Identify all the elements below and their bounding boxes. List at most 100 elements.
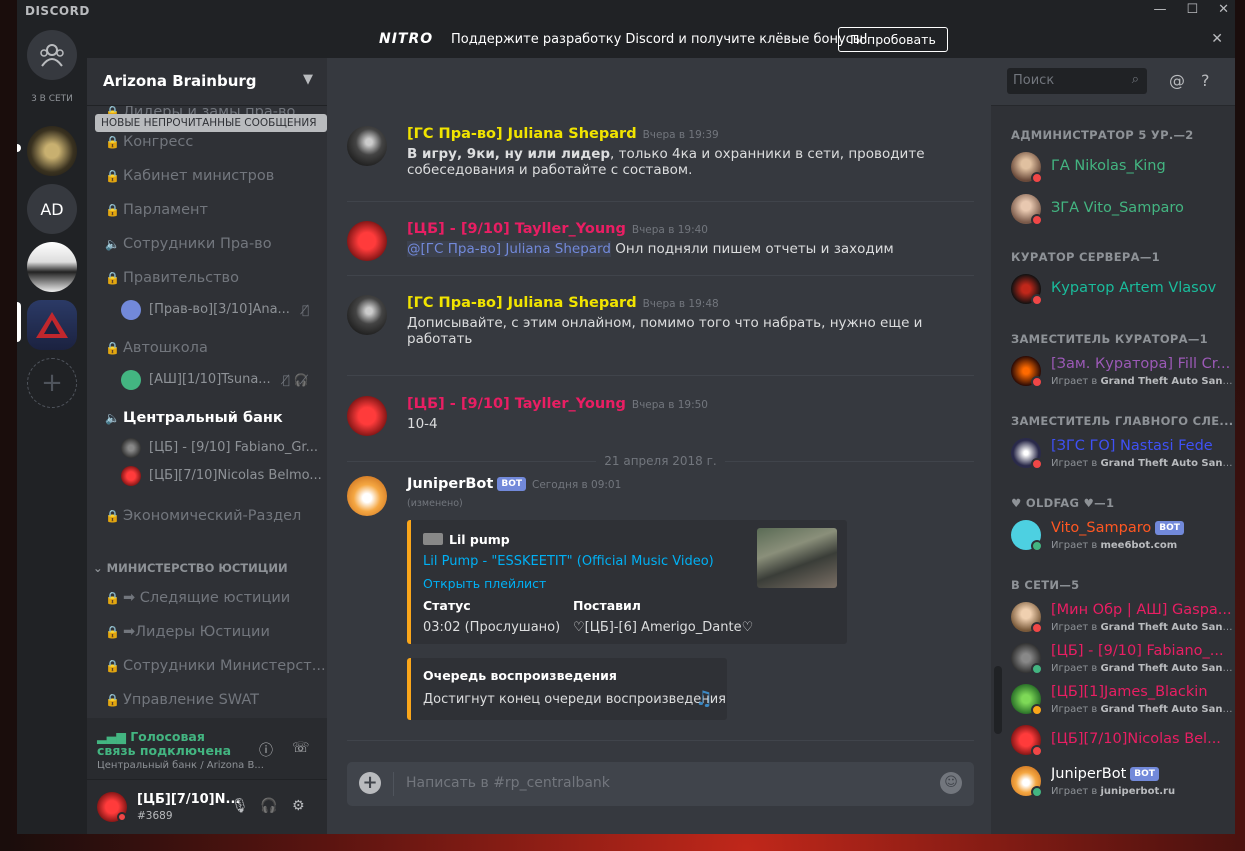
- search-input[interactable]: Поиск ⌕: [1007, 68, 1147, 94]
- minimize-icon[interactable]: —: [1153, 2, 1166, 17]
- voice-channel-path[interactable]: Центральный банк / Arizona B...: [97, 760, 264, 771]
- scrollbar-thumb[interactable]: [994, 666, 1002, 734]
- emoji-icon[interactable]: ☺: [940, 772, 962, 794]
- voice-channel[interactable]: 🔒 Кабинет министров: [87, 164, 327, 188]
- mention-icon[interactable]: @: [1169, 71, 1185, 90]
- avatar[interactable]: [347, 295, 387, 335]
- member-item[interactable]: JuniperBot BOT Играет в juniperbot.ru: [1011, 762, 1233, 802]
- voice-channel[interactable]: 🔒 Конгресс: [87, 130, 327, 154]
- member-item[interactable]: [ЦБ][1]James_Blackin Играет в Grand Thef…: [1011, 680, 1233, 720]
- speaker-icon: 🔈: [105, 411, 120, 425]
- window-controls: — ☐ ✕: [1153, 2, 1229, 17]
- server-brainburg-icon[interactable]: [27, 300, 77, 350]
- member-category: КУРАТОР СЕРВЕРА—1: [1011, 250, 1160, 264]
- car-icon: [423, 533, 443, 545]
- message-list: [ГС Пра-во] Juliana Shepard Вчера в 19:39…: [327, 106, 991, 756]
- queue-embed: Очередь воспроизведения Достигнут конец …: [407, 658, 727, 720]
- voice-connection-panel: ▂▄▆ Голосовая связь подключена Центральн…: [87, 718, 327, 780]
- message-input[interactable]: Написать в #rp_centralbank: [406, 775, 610, 791]
- server-anime-icon[interactable]: [27, 242, 77, 292]
- server-seal-icon[interactable]: [27, 126, 77, 176]
- user-mention[interactable]: @[ГС Пра-во] Juliana Shepard: [407, 241, 611, 257]
- author-name[interactable]: [ЦБ] - [9/10] Tayller_Young: [407, 221, 626, 237]
- voice-user[interactable]: [Прав-во][3/10]Ana... 🎙̸: [121, 298, 309, 322]
- text-channel[interactable]: 🔒 Экономический-Раздел: [87, 504, 327, 528]
- lock-icon: 🔒: [105, 625, 120, 639]
- voice-channel[interactable]: 🔒 ➡ Следящие юстиции: [87, 586, 327, 610]
- text-channel[interactable]: 🔒 Сотрудники Министерст...: [87, 654, 327, 678]
- author-name[interactable]: [ЦБ] - [9/10] Tayller_Young: [407, 396, 626, 412]
- nitro-close-icon[interactable]: ✕: [1211, 31, 1223, 47]
- upload-plus-icon[interactable]: +: [359, 772, 381, 794]
- close-window-icon[interactable]: ✕: [1218, 2, 1229, 17]
- avatar[interactable]: [347, 126, 387, 166]
- member-item[interactable]: [ЦБ][7/10]Nicolas Bel...: [1011, 721, 1233, 761]
- author-name[interactable]: [ГС Пра-во] Juliana Shepard: [407, 126, 637, 142]
- voice-channel[interactable]: 🔒 ➡Лидеры Юстиции: [87, 620, 327, 644]
- divider: [347, 201, 974, 202]
- add-server-button[interactable]: +: [27, 358, 77, 408]
- voice-user[interactable]: [ЦБ][7/10]Nicolas Belmo...: [121, 464, 322, 488]
- member-item[interactable]: [Зам. Куратора] Fill Cr... Играет в Gran…: [1011, 352, 1233, 392]
- member-category: В СЕТИ—5: [1011, 578, 1080, 592]
- member-item[interactable]: ЗГА Vito_Samparo: [1011, 190, 1233, 230]
- avatar[interactable]: [347, 396, 387, 436]
- voice-channel[interactable]: 🔒 Автошкола: [87, 336, 327, 360]
- timestamp: Вчера в 19:40: [631, 224, 708, 236]
- member-item[interactable]: [Мин Обр | АШ] Gaspa... Играет в Grand T…: [1011, 598, 1233, 638]
- info-icon[interactable]: ⓘ: [259, 740, 273, 760]
- scrollbar[interactable]: [991, 106, 1005, 834]
- member-item[interactable]: ГА Nikolas_King: [1011, 148, 1233, 188]
- voice-channel-active[interactable]: 🔈 Центральный банк: [87, 406, 327, 430]
- server-header[interactable]: Arizona Brainburg ▼: [87, 58, 327, 106]
- member-item[interactable]: [ЗГС ГО] Nastasi Fede Играет в Grand The…: [1011, 434, 1233, 474]
- member-item[interactable]: [ЦБ] - [9/10] Fabiano_... Играет в Grand…: [1011, 639, 1233, 679]
- voice-channel[interactable]: 🔒 Парламент: [87, 198, 327, 222]
- gear-icon[interactable]: ⚙: [292, 798, 305, 814]
- lock-icon: 🔒: [105, 203, 120, 217]
- friends-home-icon[interactable]: [27, 30, 77, 80]
- lock-icon: 🔒: [105, 591, 120, 605]
- disconnect-icon[interactable]: ☏: [292, 740, 310, 756]
- field-value: ♡[ЦБ]-[6] Amerigo_Dante♡: [573, 620, 754, 635]
- help-icon[interactable]: ?: [1201, 71, 1210, 90]
- avatar[interactable]: [347, 476, 387, 516]
- nitro-banner: NITRO Поддержите разработку Discord и по…: [85, 22, 1235, 58]
- voice-user[interactable]: [ЦБ] - [9/10] Fabiano_Gr...: [121, 436, 318, 460]
- voice-channel[interactable]: 🔒 Управление SWAT: [87, 688, 327, 712]
- headphones-icon[interactable]: 🎧: [260, 798, 277, 814]
- video-thumbnail[interactable]: [757, 528, 837, 588]
- category-justice[interactable]: ⌄ МИНИСТЕРСТВО ЮСТИЦИИ: [93, 561, 288, 575]
- queue-title: Очередь воспроизведения: [423, 668, 617, 683]
- microphone-icon[interactable]: 🎙: [231, 798, 249, 814]
- lock-icon: 🔒: [105, 659, 120, 673]
- nitro-text: Поддержите разработку Discord и получите…: [451, 32, 869, 47]
- voice-user[interactable]: [АШ][1/10]Tsuna... 🎙̸ 🎧̸: [121, 368, 309, 392]
- user-tag: #3689: [137, 810, 173, 822]
- member-item[interactable]: Vito_Samparo BOT Играет в mee6bot.com: [1011, 516, 1233, 556]
- open-playlist-link[interactable]: Открыть плейлист: [423, 576, 546, 591]
- nitro-try-button[interactable]: Попробовать: [838, 27, 948, 52]
- avatar[interactable]: [347, 221, 387, 261]
- embed-title-link[interactable]: Lil Pump - "ESSKEETIT" (Official Music V…: [423, 554, 714, 569]
- voice-channel[interactable]: 🔒 Правительство: [87, 266, 327, 290]
- maximize-icon[interactable]: ☐: [1186, 2, 1198, 17]
- edited-label: (изменено): [407, 498, 463, 509]
- dnd-status-icon: [1031, 745, 1043, 757]
- author-name[interactable]: JuniperBot: [407, 476, 493, 492]
- dnd-status-icon: [117, 812, 127, 822]
- bot-badge: BOT: [497, 477, 526, 491]
- server-ad[interactable]: AD: [27, 184, 77, 234]
- voice-channel[interactable]: 🔈 Сотрудники Пра-во: [87, 232, 327, 256]
- timestamp: Сегодня в 09:01: [531, 479, 622, 491]
- search-icon: ⌕: [1131, 72, 1139, 87]
- timestamp: Вчера в 19:50: [631, 399, 708, 411]
- member-item[interactable]: Куратор Artem Vlasov: [1011, 270, 1233, 310]
- unread-messages-banner[interactable]: НОВЫЕ НЕПРОЧИТАННЫЕ СООБЩЕНИЯ ↑: [95, 114, 327, 147]
- bot-badge: BOT: [1155, 521, 1184, 535]
- lock-icon: 🔒: [105, 169, 120, 183]
- divider: [347, 375, 974, 376]
- mute-icon: 🎙̸: [301, 303, 310, 317]
- message-text: 10-4: [407, 416, 438, 432]
- author-name[interactable]: [ГС Пра-во] Juliana Shepard: [407, 295, 637, 311]
